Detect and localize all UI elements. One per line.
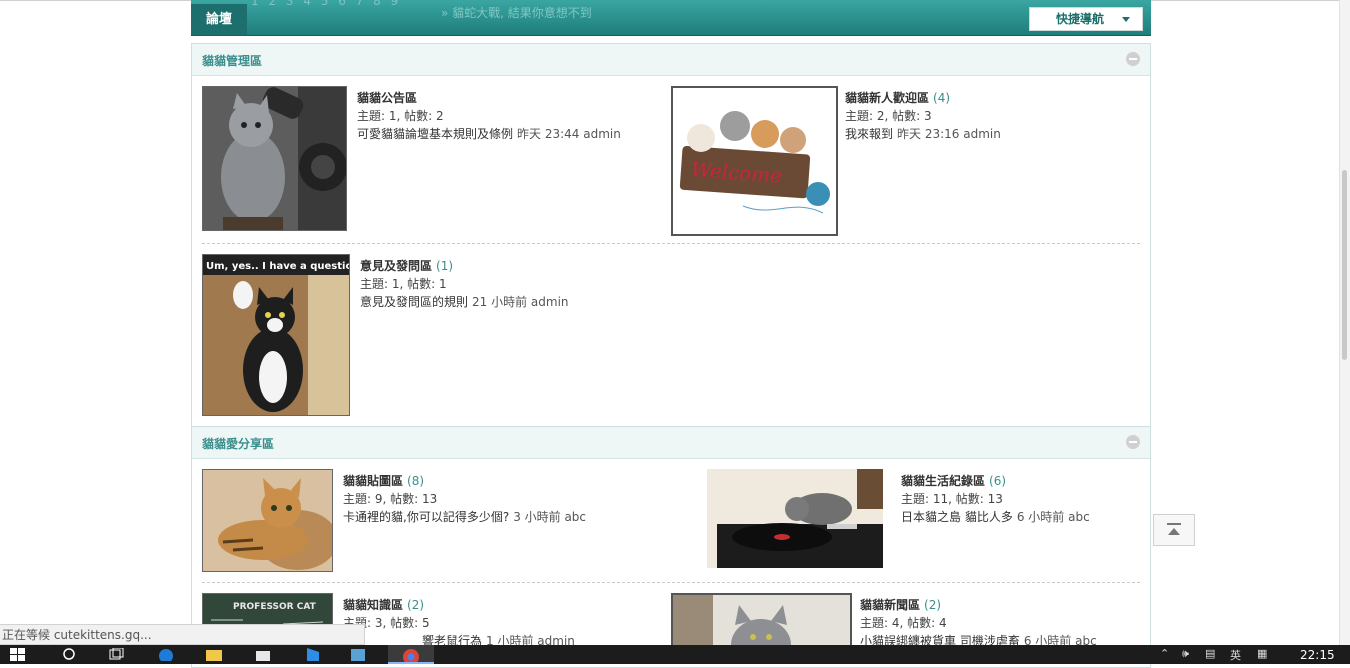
collapse-icon[interactable] [1126, 52, 1140, 66]
forum-thumbnail-cat-microphone[interactable] [202, 86, 347, 231]
volume-icon[interactable]: 🕪 [1182, 647, 1189, 661]
forum-name: 貓貓貼圖區 [343, 474, 404, 488]
back-to-top-bar [1167, 523, 1181, 525]
windows-start-icon[interactable] [10, 648, 26, 661]
last-post-link[interactable]: 卡通裡的貓,你可以記得多少個? [343, 510, 509, 524]
today-post-count: (8) [407, 474, 425, 488]
last-post-meta: 21 小時前 admin [472, 295, 569, 309]
tray-up-icon[interactable]: ⌃ [1160, 647, 1169, 660]
forum-thumbnail-cat-turntable[interactable] [707, 469, 883, 568]
forum-stats: 主題: 4, 帖數: 4 [860, 616, 947, 630]
today-post-count: (1) [436, 259, 454, 273]
last-post-link[interactable]: 意見及發問區的規則 [360, 295, 468, 309]
browser-status-bar: 正在等候 cutekittens.gq... [0, 624, 365, 645]
last-post-meta: 3 小時前 abc [513, 510, 587, 524]
forum-name: 貓貓知識區 [343, 598, 404, 612]
image-caption: Um, yes.. I have a question [206, 261, 349, 272]
search-icon[interactable] [62, 648, 78, 661]
last-post-link[interactable]: 日本貓之島 貓比人多 [901, 510, 1013, 524]
forum-stats: 主題: 2, 帖數: 3 [845, 109, 932, 123]
forum-title-announcements[interactable]: 貓貓公告區 [357, 89, 417, 106]
quick-nav-label: 快捷導航 [1056, 12, 1105, 26]
bengal-cat-image [203, 470, 332, 571]
last-post-link[interactable]: 我來報到 [845, 127, 893, 141]
quick-nav-button[interactable]: 快捷導航 [1029, 7, 1143, 31]
forum-title-feedback[interactable]: 意見及發問區 (1) [360, 257, 453, 274]
page-scrollbar[interactable] [1339, 0, 1350, 645]
forum-last-post: 卡通裡的貓,你可以記得多少個? 3 小時前 abc [343, 508, 586, 525]
forum-tab[interactable]: 論壇 [191, 4, 247, 35]
cat-question-image: Um, yes.. I have a question [203, 255, 349, 415]
store-icon[interactable] [255, 648, 271, 661]
last-post-meta: 昨天 23:44 admin [517, 127, 621, 141]
forum-stats: 主題: 1, 帖數: 1 [360, 277, 447, 291]
file-explorer-icon[interactable] [206, 648, 222, 661]
forum-last-post: 意見及發問區的規則 21 小時前 admin [360, 293, 569, 310]
today-post-count: (6) [989, 474, 1007, 488]
forum-title-newcomers[interactable]: 貓貓新人歡迎區 (4) [845, 89, 950, 106]
section-cat-management: 貓貓管理區 貓貓公告區 主題: 1, 帖數: 2 可愛貓貓論壇基本規則及條例 昨天… [191, 43, 1151, 428]
image-caption: PROFESSOR CAT [233, 602, 317, 612]
collapse-icon[interactable] [1126, 435, 1140, 449]
forum-stats: 主題: 1, 帖數: 2 [357, 109, 444, 123]
cat-microphone-image [203, 87, 346, 230]
section-title[interactable]: 貓貓愛分享區 [202, 435, 274, 452]
forum-thumbnail-bengal-cat[interactable] [202, 469, 333, 572]
forum-name: 貓貓生活紀錄區 [901, 474, 986, 488]
today-post-count: (2) [924, 598, 942, 612]
forum-divider [202, 243, 1140, 244]
last-post-meta: 6 小時前 abc [1016, 510, 1090, 524]
ime-indicator[interactable]: 英 [1230, 647, 1241, 663]
forum-title-knowledge[interactable]: 貓貓知識區 (2) [343, 596, 424, 613]
forum-name: 貓貓新人歡迎區 [845, 91, 930, 105]
forum-title-daily-life[interactable]: 貓貓生活紀錄區 (6) [901, 472, 1006, 489]
chevron-down-icon [1122, 17, 1130, 22]
section-header: 貓貓管理區 [192, 44, 1150, 76]
forum-name: 貓貓公告區 [357, 91, 418, 105]
forum-thumbnail-cat-question[interactable]: Um, yes.. I have a question [202, 254, 350, 416]
news-ticker[interactable]: » 貓蛇大戰, 結果你意想不到 [441, 4, 592, 21]
chrome-taskbar-button[interactable] [388, 645, 434, 665]
last-post-meta: 昨天 23:16 admin [897, 127, 1001, 141]
forum-last-post: 日本貓之島 貓比人多 6 小時前 abc [901, 508, 1090, 525]
notification-icon[interactable]: ▤ [1205, 647, 1215, 660]
section-header: 貓貓愛分享區 [192, 427, 1150, 459]
forum-stats: 主題: 11, 帖數: 13 [901, 492, 1003, 506]
forum-title-news[interactable]: 貓貓新聞區 (2) [860, 596, 941, 613]
chrome-icon [388, 649, 434, 665]
app-icon-2[interactable] [350, 648, 366, 661]
edge-icon[interactable] [158, 648, 174, 661]
forum-nav-bar: 論壇 1 2 3 4 5 6 7 8 9 » 貓蛇大戰, 結果你意想不到 快捷導… [191, 0, 1151, 36]
scrollbar-thumb[interactable] [1342, 170, 1347, 360]
pager-ghost: 1 2 3 4 5 6 7 8 9 [251, 0, 402, 8]
today-post-count: (4) [933, 91, 951, 105]
cat-turntable-image [707, 469, 883, 568]
today-post-count: (2) [407, 598, 425, 612]
back-to-top-button[interactable] [1153, 514, 1195, 546]
forum-last-post: 可愛貓貓論壇基本規則及條例 昨天 23:44 admin [357, 125, 621, 142]
keyboard-icon[interactable]: ▦ [1257, 647, 1267, 660]
last-post-link[interactable]: 可愛貓貓論壇基本規則及條例 [357, 127, 513, 141]
forum-last-post: 我來報到 昨天 23:16 admin [845, 125, 1001, 142]
kittens-welcome-image: Welcome [673, 88, 836, 234]
task-view-icon[interactable] [108, 648, 124, 661]
forum-title-pictures[interactable]: 貓貓貼圖區 (8) [343, 472, 424, 489]
app-icon[interactable] [305, 648, 321, 661]
section-title[interactable]: 貓貓管理區 [202, 52, 262, 69]
forum-thumbnail-kittens-welcome[interactable]: Welcome [671, 86, 838, 236]
forum-name: 貓貓新聞區 [860, 598, 921, 612]
forum-stats: 主題: 9, 帖數: 13 [343, 492, 438, 506]
forum-name: 意見及發問區 [360, 259, 433, 273]
forum-divider [202, 582, 1140, 583]
taskbar-clock[interactable]: 22:15 [1300, 648, 1335, 662]
taskbar: ⌃ 🕪 ▤ 英 ▦ 22:15 [0, 645, 1350, 665]
arrow-up-icon [1168, 528, 1180, 535]
